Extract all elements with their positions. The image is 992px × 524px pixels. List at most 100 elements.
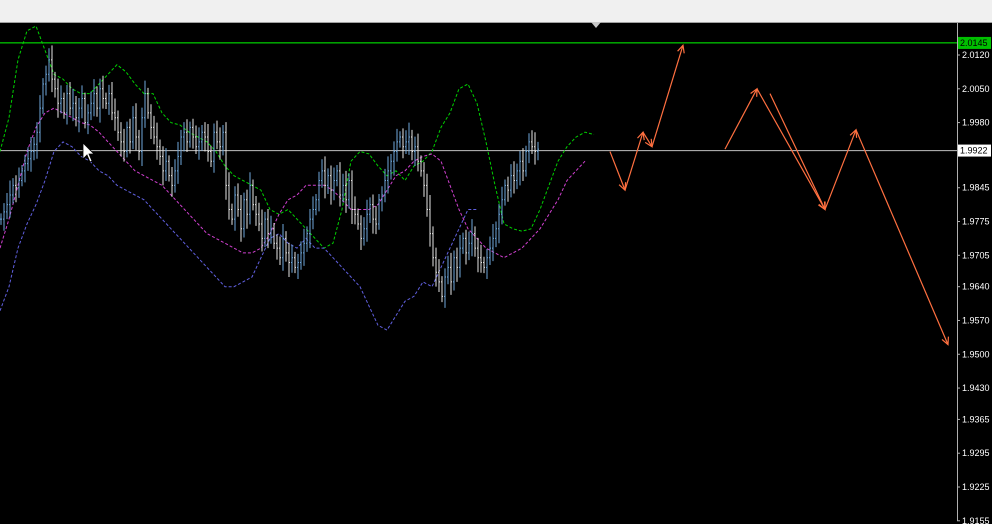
candle-bar xyxy=(243,192,245,238)
candle-bar xyxy=(465,229,467,265)
candle-bar xyxy=(219,127,221,160)
candle-bar xyxy=(126,121,128,158)
candle-bar xyxy=(408,122,410,155)
candle-bar xyxy=(186,119,188,153)
candle-bar xyxy=(144,80,146,128)
candle-bar xyxy=(135,103,137,151)
forecast-segment[interactable] xyxy=(651,45,684,147)
candle-bar xyxy=(60,85,62,114)
forecast-segment[interactable] xyxy=(624,132,644,191)
candle-bar xyxy=(138,129,140,161)
candle-bar xyxy=(519,151,521,186)
candle-bar xyxy=(129,118,131,154)
candle-bar xyxy=(123,128,125,162)
candle-bar xyxy=(81,85,83,119)
y-tick-label: 1.9775 xyxy=(962,217,990,227)
candle-bar xyxy=(330,165,332,205)
forecast-segment[interactable] xyxy=(609,151,626,191)
candle-bar xyxy=(333,167,335,201)
price-chart[interactable]: 2.0120 2.0050 1.9980 1.9922 1.9845 1.9775 1.97… xyxy=(0,0,992,524)
upper-band-line xyxy=(0,25,595,249)
candle-bar xyxy=(399,131,401,148)
forecast-segment[interactable] xyxy=(769,93,826,210)
candle-bar xyxy=(450,252,452,295)
candle-bar xyxy=(444,268,446,308)
candle-bar xyxy=(321,159,323,188)
candle-bar xyxy=(231,203,233,225)
forecast-segment[interactable] xyxy=(824,129,857,210)
price-axis-background xyxy=(957,23,992,521)
candle-bar xyxy=(162,146,164,186)
current-price-tag-text: 1.9922 xyxy=(960,146,988,156)
candle-bar xyxy=(504,179,506,206)
candle-bar xyxy=(375,206,377,235)
candle-bar xyxy=(111,82,113,121)
y-tick-label: 1.9155 xyxy=(962,516,990,524)
candle-bar xyxy=(468,231,470,261)
candle-bar xyxy=(522,148,524,181)
candle-bar xyxy=(3,203,5,231)
candle-bar xyxy=(252,179,254,211)
plot-area[interactable] xyxy=(0,25,957,346)
candle-bar xyxy=(165,148,167,181)
candle-bar xyxy=(288,242,290,278)
y-tick-label: 2.0120 xyxy=(962,50,990,60)
candle-bar xyxy=(366,199,368,242)
candle-bar xyxy=(48,48,50,82)
candle-bar xyxy=(273,222,275,250)
candle-bar xyxy=(318,171,320,212)
candle-bar xyxy=(180,129,182,166)
candle-bar xyxy=(402,128,404,159)
candle-bar xyxy=(216,120,218,150)
y-tick-label: 1.9365 xyxy=(962,414,990,424)
candle-bar xyxy=(348,173,350,209)
candle-bar xyxy=(96,86,98,117)
candle-bar xyxy=(372,194,374,234)
candle-bar xyxy=(33,137,35,161)
candle-bar xyxy=(423,162,425,197)
candle-bar xyxy=(447,255,449,285)
candle-bar xyxy=(369,197,371,223)
candle-bar xyxy=(75,96,77,127)
candle-bar xyxy=(336,165,338,187)
candle-bar xyxy=(183,122,185,152)
candle-bar xyxy=(177,141,179,184)
forecast-segment[interactable] xyxy=(855,129,949,345)
candle-bar xyxy=(432,226,434,267)
candle-bar xyxy=(90,91,92,121)
candle-bar xyxy=(459,235,461,278)
candle-bar xyxy=(168,155,170,182)
candle-bar xyxy=(279,236,281,265)
y-tick-label: 2.0050 xyxy=(962,84,990,94)
candle-bar xyxy=(477,237,479,273)
candle-bar xyxy=(240,194,242,242)
candle-bar xyxy=(474,226,476,257)
candle-bar xyxy=(498,204,500,244)
candle-bar xyxy=(438,259,440,292)
y-tick-label: 1.9705 xyxy=(962,250,990,260)
candle-bar xyxy=(276,234,278,260)
candle-bar xyxy=(417,133,419,172)
candle-bar xyxy=(495,221,497,248)
candle-bar xyxy=(507,176,509,202)
y-tick-label: 1.9295 xyxy=(962,448,990,458)
candle-bar xyxy=(513,161,515,194)
candle-bar xyxy=(195,125,197,154)
y-tick-label: 1.9980 xyxy=(962,118,990,128)
candle-bar xyxy=(384,168,386,203)
price-axis: 2.0120 2.0050 1.9980 1.9922 1.9845 1.9775 1.97… xyxy=(957,23,992,524)
forecast-segment[interactable] xyxy=(756,88,826,210)
candle-bar xyxy=(45,65,47,96)
candle-bar xyxy=(72,88,74,122)
forecast-segment[interactable] xyxy=(724,88,758,150)
candle-bar xyxy=(141,107,143,167)
candle-bar xyxy=(429,194,431,247)
candle-bar xyxy=(441,276,443,303)
candle-bar xyxy=(393,141,395,176)
candle-bar xyxy=(114,98,116,131)
y-tick-label: 1.9570 xyxy=(962,315,990,325)
candle-bar xyxy=(357,208,359,230)
candle-bar xyxy=(297,253,299,279)
candle-bar xyxy=(258,202,260,232)
candle-bar xyxy=(39,95,41,143)
